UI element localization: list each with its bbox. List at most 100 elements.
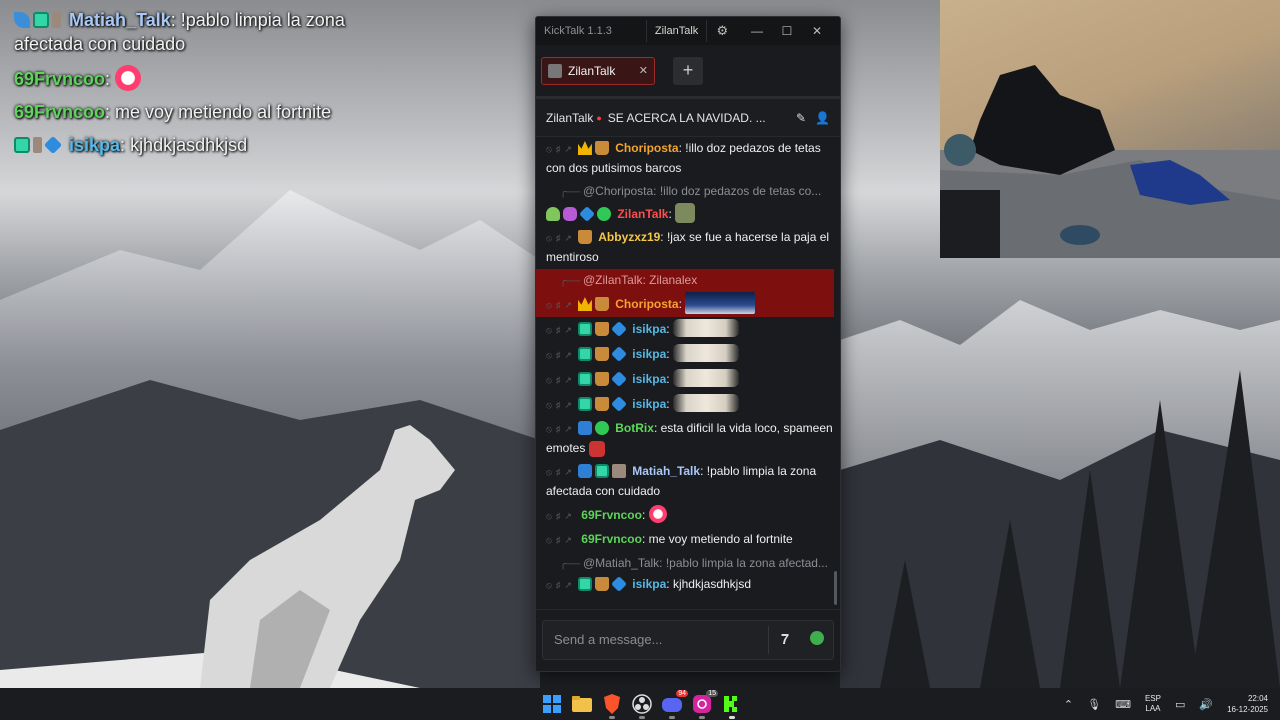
chat-username[interactable]: 69Frvncoo [581, 532, 642, 546]
tool-badge-icon [52, 12, 61, 28]
close-tab-icon[interactable]: ✕ [639, 64, 648, 77]
chat-username[interactable]: isikpa [632, 372, 666, 386]
language-layout: LAA [1145, 704, 1161, 713]
title-bar: KickTalk 1.1.3 ZilanTalk ⚙ — ☐ ✕ [536, 17, 840, 45]
brave-browser-icon[interactable] [600, 692, 624, 719]
live-dot-icon: ● [596, 112, 602, 123]
og-badge-icon [577, 347, 592, 361]
instagram-badge: 15 [706, 690, 718, 697]
og-badge-icon [33, 12, 49, 28]
discord-icon[interactable]: 94 [660, 690, 688, 719]
channel-name: ZilanTalk [546, 110, 594, 125]
chat-username[interactable]: isikpa [632, 322, 666, 336]
chat-username[interactable]: Choriposta [615, 141, 678, 155]
keyboard-icon[interactable]: ⌨ [1115, 698, 1131, 711]
kick-icon[interactable] [720, 692, 744, 719]
mic-badge-icon [563, 207, 577, 221]
message-actions-icon[interactable]: ⦸♯↗ [546, 535, 576, 545]
chat-message: ⦸♯↗ Matiah_Talk: !pablo limpia la zona a… [546, 464, 817, 498]
chat-username[interactable]: ZilanTalk [617, 207, 668, 221]
add-tab-button[interactable]: + [673, 56, 703, 85]
microphone-icon[interactable]: 🎙 [1087, 698, 1101, 711]
reply-preview[interactable]: @Choriposta: !illo doz pedazos de tetas … [546, 180, 840, 201]
overlay-message-text: !pablo limpia la zona afectada con cuida… [14, 10, 345, 54]
vip-badge-icon [611, 576, 627, 592]
circle-emote-icon [115, 65, 142, 91]
message-actions-icon[interactable]: ⦸♯↗ [546, 325, 576, 335]
message-actions-icon[interactable]: ⦸♯↗ [546, 350, 576, 360]
verified-badge-icon [594, 421, 609, 435]
file-explorer-icon[interactable] [570, 692, 594, 716]
webcam-feed [940, 0, 1280, 258]
chat-username[interactable]: Matiah_Talk [632, 464, 700, 478]
pin-icon[interactable]: ✎ [796, 111, 806, 125]
tab-zilantalk[interactable]: ZilanTalk ✕ [541, 56, 655, 85]
chat-message: ⦸♯↗ isikpa: [546, 342, 840, 367]
obs-icon[interactable] [630, 692, 654, 719]
instagram-icon[interactable]: 15 [690, 690, 718, 719]
tool-badge-icon [33, 137, 42, 153]
message-actions-icon[interactable]: ⦸♯↗ [546, 233, 576, 243]
message-actions-icon[interactable]: ⦸♯↗ [546, 424, 576, 434]
clock-time: 22:04 [1247, 694, 1268, 703]
volume-icon[interactable]: 🔊 [1199, 698, 1213, 711]
clock[interactable]: 22:04 16-12-2025 [1227, 693, 1268, 715]
message-actions-icon[interactable]: ⦸♯↗ [546, 375, 576, 385]
message-actions-icon[interactable]: ⦸♯↗ [546, 400, 576, 410]
og-badge-icon [14, 137, 30, 153]
close-icon[interactable]: ✕ [802, 24, 832, 38]
chat-message: ⦸♯↗ BotRix: esta dificil la vida loco, s… [546, 421, 833, 457]
chat-message: ⦸♯↗ isikpa: kjhdkjasdhkjsd [546, 576, 752, 592]
vip-badge-icon [579, 206, 595, 222]
verified-badge-icon [597, 207, 611, 221]
chat-message: ZilanTalk: [546, 201, 840, 226]
message-actions-icon[interactable]: ⦸♯↗ [546, 467, 576, 477]
windows-start-icon[interactable] [540, 692, 564, 716]
settings-gear-icon[interactable]: ⚙ [711, 23, 733, 39]
chat-message: ⦸♯↗ Choriposta: [546, 290, 834, 317]
reply-preview[interactable]: @Matiah_Talk: !pablo limpia la zona afec… [546, 552, 840, 573]
moderator-badge-icon [577, 464, 592, 478]
taskbar: 94 15 ⌃ 🎙 ⌨ ESP LAA ▭ 🔊 22:04 16-12-2025 [0, 688, 1280, 720]
message-input[interactable] [554, 632, 768, 647]
overlay-chat-line: isikpa: kjhdkjasdhkjsd [14, 133, 414, 157]
chat-text: kjhdkjasdhkjsd [672, 577, 752, 591]
chat-scrollbar[interactable] [834, 571, 837, 605]
message-actions-icon[interactable]: ⦸♯↗ [546, 144, 576, 154]
maximize-icon[interactable]: ☐ [772, 24, 802, 38]
droid-badge-icon [546, 207, 560, 221]
current-user-button[interactable]: ZilanTalk [645, 20, 708, 42]
mention-highlight: @ZilanTalk: Zilanalex ⦸♯↗ Choriposta: [536, 269, 834, 317]
window-controls: — ☐ ✕ [742, 24, 832, 38]
7tv-emotes-icon[interactable]: 𝟕 [769, 631, 801, 648]
kick-emotes-icon[interactable] [801, 631, 833, 648]
cup-badge-icon [594, 347, 609, 361]
message-actions-icon[interactable]: ⦸♯↗ [546, 580, 576, 590]
chat-message: ⦸♯↗ 69Frvncoo: [546, 503, 840, 528]
message-actions-icon[interactable]: ⦸♯↗ [546, 511, 576, 521]
chat-username[interactable]: Choriposta [615, 297, 678, 311]
overlay-username: Matiah_Talk [69, 10, 171, 30]
blade-badge-icon [14, 12, 30, 28]
channel-info-bar: ZilanTalk ● SE ACERCA LA NAVIDAD. ... ✎ … [536, 99, 840, 137]
chat-username[interactable]: 69Frvncoo [581, 508, 642, 522]
stream-title: SE ACERCA LA NAVIDAD. ... [607, 110, 766, 125]
chat-username[interactable]: isikpa [632, 577, 666, 591]
message-actions-icon[interactable]: ⦸♯↗ [546, 300, 576, 310]
chevron-up-icon[interactable]: ⌃ [1064, 698, 1073, 711]
chat-username[interactable]: isikpa [632, 397, 666, 411]
chat-username[interactable]: Abbyzxz19 [598, 230, 660, 244]
chat-messages[interactable]: ⦸♯↗ Choriposta: !illo doz pedazos de tet… [536, 137, 840, 609]
network-icon[interactable]: ▭ [1175, 698, 1185, 711]
minimize-icon[interactable]: — [742, 24, 772, 38]
cat-emote-icon [672, 319, 739, 337]
language-indicator[interactable]: ESP LAA [1145, 694, 1161, 714]
reply-preview[interactable]: @ZilanTalk: Zilanalex [546, 269, 834, 290]
user-icon[interactable]: 👤 [815, 111, 830, 125]
chat-username[interactable]: BotRix [615, 421, 654, 435]
system-tray: ⌃ 🎙 ⌨ ESP LAA ▭ 🔊 22:04 16-12-2025 [1064, 688, 1268, 720]
message-composer: 𝟕 [536, 609, 840, 669]
message-input-box: 𝟕 [542, 619, 834, 660]
tool-badge-icon [611, 464, 626, 478]
chat-username[interactable]: isikpa [632, 347, 666, 361]
